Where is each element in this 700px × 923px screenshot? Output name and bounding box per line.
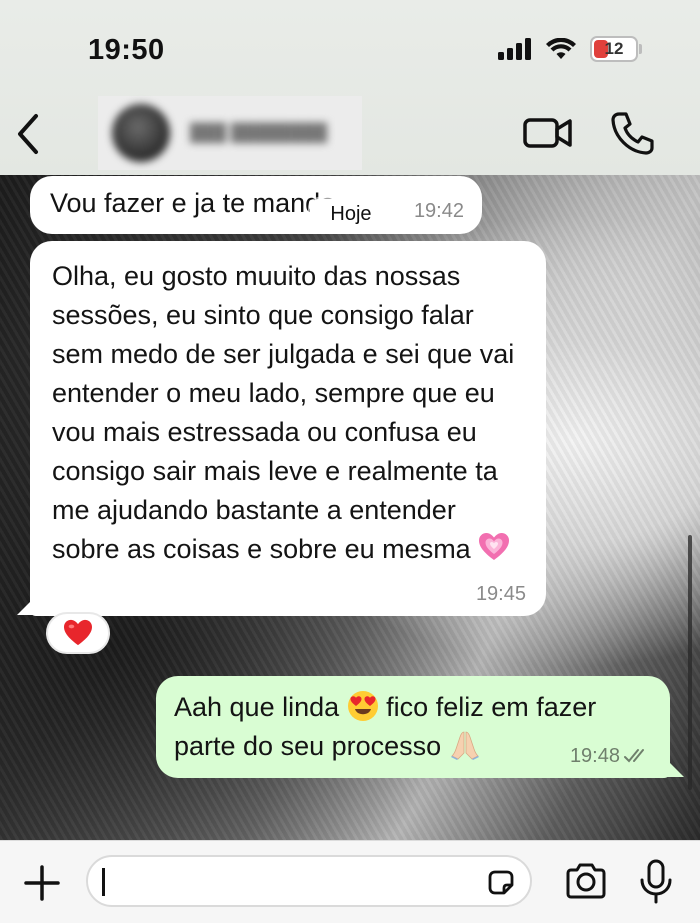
folded-hands-emoji-icon [450,731,479,760]
chat-scrollbar[interactable] [688,535,692,790]
contact-info[interactable]: ███ ████████ [98,96,362,170]
message-bubble-outgoing[interactable]: Aah que linda fico feliz em fazer parte … [156,676,670,778]
message-time: 19:45 [475,583,526,605]
contact-name-blurred: ███ ████████ [190,123,328,142]
phone-call-icon[interactable] [610,110,654,156]
pink-heart-emoji-icon [479,533,510,560]
microphone-icon[interactable] [638,859,674,905]
chat-header: 19:50 12 ███ ████████ [0,0,700,175]
text-caret [102,868,105,896]
camera-icon[interactable] [564,861,608,901]
message-text: Vou fazer e ja te mando [50,188,336,218]
red-heart-reaction-icon [64,619,92,646]
battery-indicator: 12 [590,36,642,62]
message-bubble-incoming[interactable]: Vou fazer e ja te mando 19:42 [30,176,482,234]
read-double-check-icon [624,749,644,763]
battery-level-text: 12 [604,39,624,58]
wifi-icon [546,38,576,59]
message-time: 19:48 [569,745,620,767]
composer-bar [0,840,700,923]
heart-eyes-emoji-icon [347,691,378,721]
message-text-part1: Aah que linda [174,692,340,722]
video-call-icon[interactable] [522,112,574,154]
back-chevron-icon[interactable] [14,112,44,156]
plus-icon[interactable] [22,863,62,903]
message-meta: 19:48 [570,744,652,768]
status-time: 19:50 [88,34,165,66]
sticker-icon[interactable] [486,869,516,897]
date-separator: Hoje [310,199,392,229]
contact-avatar [112,104,170,162]
message-reaction[interactable] [46,612,110,654]
message-bubble-incoming[interactable]: Olha, eu gosto muuito das nossas sessões… [30,241,546,616]
cellular-signal-icon [498,38,531,60]
message-time: 19:42 [413,200,464,222]
message-input[interactable] [86,855,532,907]
bubble-tail-outgoing [662,755,684,777]
message-text: Olha, eu gosto muuito das nossas sessões… [52,261,515,564]
bubble-tail-incoming [17,593,39,615]
chat-area[interactable]: Vou fazer e ja te mando 19:42 Hoje Olha,… [0,175,700,840]
status-indicators: 12 [498,36,642,62]
